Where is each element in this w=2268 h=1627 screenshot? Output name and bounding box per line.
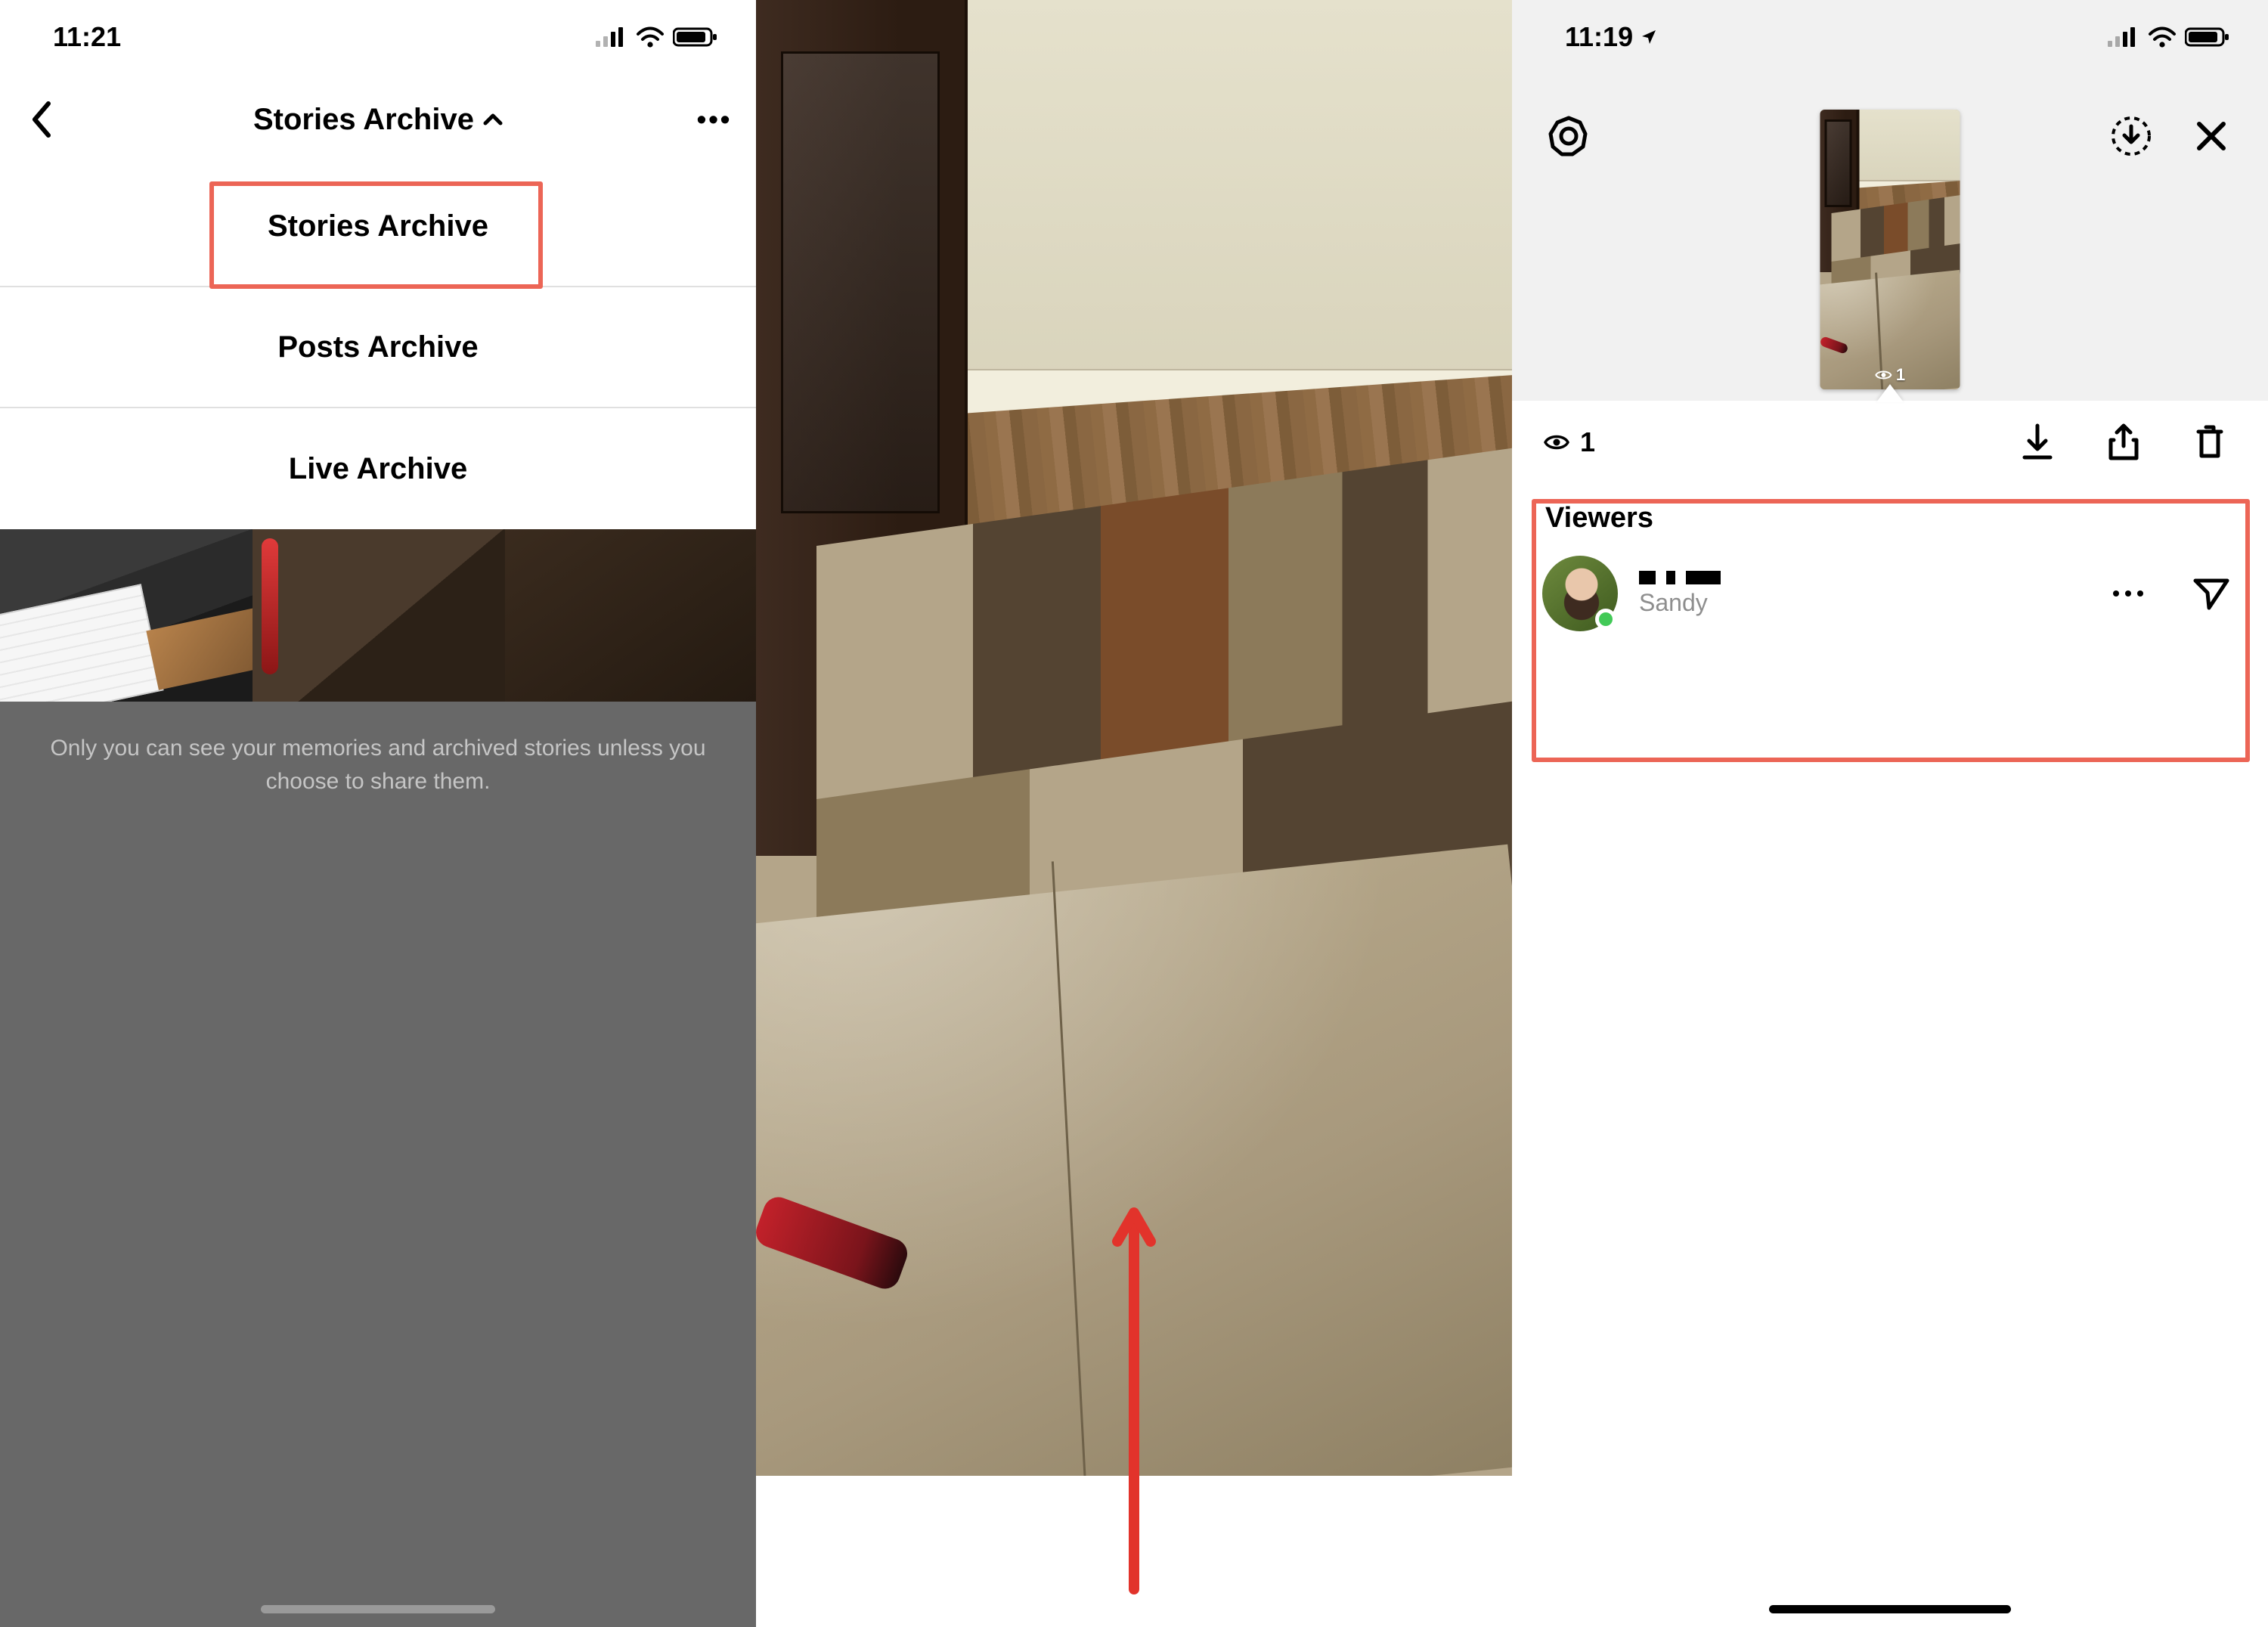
dropdown-item-live-archive[interactable]: Live Archive: [0, 408, 756, 529]
modal-scrim[interactable]: Only you can see your memories and archi…: [0, 528, 756, 1627]
trash-icon: [2192, 423, 2227, 462]
status-bar: 11:19: [1512, 0, 2268, 74]
viewer-row[interactable]: Sandy: [1542, 556, 2238, 631]
close-icon: [2193, 118, 2229, 154]
nav-title-dropdown[interactable]: Stories Archive: [253, 103, 503, 137]
thumb-view-badge: 1: [1875, 365, 1905, 385]
more-button[interactable]: •••: [688, 93, 741, 146]
delete-button[interactable]: [2183, 416, 2236, 469]
eye-icon: [1544, 433, 1569, 451]
wifi-icon: [635, 26, 665, 48]
viewer-send-button[interactable]: [2185, 567, 2238, 620]
nav-title-label: Stories Archive: [253, 103, 474, 137]
share-button[interactable]: [2097, 416, 2150, 469]
viewers-sheet-header: 1: [1512, 401, 2268, 484]
viewer-display-name: Sandy: [1639, 589, 1721, 617]
archive-helper-text: Only you can see your memories and archi…: [23, 732, 733, 798]
dropdown-item-stories-archive[interactable]: Stories Archive: [0, 166, 756, 287]
download-circle-icon: [2109, 114, 2153, 158]
signal-icon: [596, 27, 627, 47]
back-button[interactable]: [15, 93, 68, 146]
download-icon: [2020, 423, 2055, 462]
location-icon: [1641, 29, 1657, 45]
room-photo: [756, 0, 1512, 1476]
viewers-title: Viewers: [1545, 502, 2238, 535]
status-time: 11:21: [53, 21, 121, 53]
view-count: 1: [1544, 426, 1595, 458]
phone-story-view: [756, 0, 1512, 1627]
wifi-icon: [2147, 26, 2177, 48]
viewer-username-redacted: [1639, 571, 1721, 584]
close-button[interactable]: [2185, 110, 2238, 163]
viewer-row-actions: [2102, 567, 2238, 620]
home-indicator[interactable]: [261, 1605, 495, 1613]
story-media[interactable]: [756, 0, 1512, 1476]
thumb-view-count: 1: [1896, 365, 1905, 385]
status-time: 11:19: [1565, 21, 1633, 53]
avatar[interactable]: [1542, 556, 1618, 631]
eye-icon: [1875, 369, 1892, 381]
battery-icon: [673, 26, 718, 48]
phone-story-viewers: 11:19: [1512, 0, 2268, 1627]
viewer-more-button[interactable]: [2102, 567, 2155, 620]
dropdown-item-label: Stories Archive: [268, 209, 488, 243]
viewers-sheet: 1: [1512, 401, 2268, 1627]
phone-archive-dropdown: 11:21 Stories Archive •••: [0, 0, 756, 1627]
viewer-names: Sandy: [1639, 571, 1721, 617]
signal-icon: [2108, 27, 2139, 47]
archive-thumb[interactable]: [253, 528, 505, 702]
archive-thumb-row: [0, 528, 756, 702]
chevron-up-icon: [483, 113, 503, 126]
archive-thumb[interactable]: [0, 528, 253, 702]
view-count-number: 1: [1580, 426, 1595, 458]
home-indicator[interactable]: [1769, 1605, 2011, 1613]
viewers-top-zone: 11:19: [1512, 0, 2268, 416]
story-thumbnail[interactable]: 1: [1820, 110, 1960, 389]
viewers-block: Viewers Sandy: [1512, 484, 2268, 654]
save-story-button[interactable]: [2105, 110, 2158, 163]
send-icon: [2192, 576, 2230, 611]
sheet-actions: [2011, 416, 2236, 469]
archive-thumb[interactable]: [505, 528, 756, 702]
room-photo: [1820, 110, 1960, 389]
more-horizontal-icon: [2112, 588, 2145, 599]
presence-dot: [1595, 609, 1616, 630]
dropdown-item-posts-archive[interactable]: Posts Archive: [0, 287, 756, 408]
dropdown-item-label: Live Archive: [289, 452, 467, 486]
download-button[interactable]: [2011, 416, 2064, 469]
archive-type-dropdown: Stories Archive Posts Archive Live Archi…: [0, 165, 756, 529]
dropdown-item-label: Posts Archive: [277, 330, 478, 364]
gear-icon: [1548, 115, 1590, 157]
more-icon: •••: [697, 104, 733, 135]
nav-bar: Stories Archive •••: [0, 74, 756, 165]
battery-icon: [2185, 26, 2230, 48]
status-bar: 11:21: [0, 0, 756, 74]
thumb-callout-caret: [1876, 384, 1904, 402]
settings-button[interactable]: [1542, 110, 1595, 163]
share-icon: [2106, 422, 2141, 463]
